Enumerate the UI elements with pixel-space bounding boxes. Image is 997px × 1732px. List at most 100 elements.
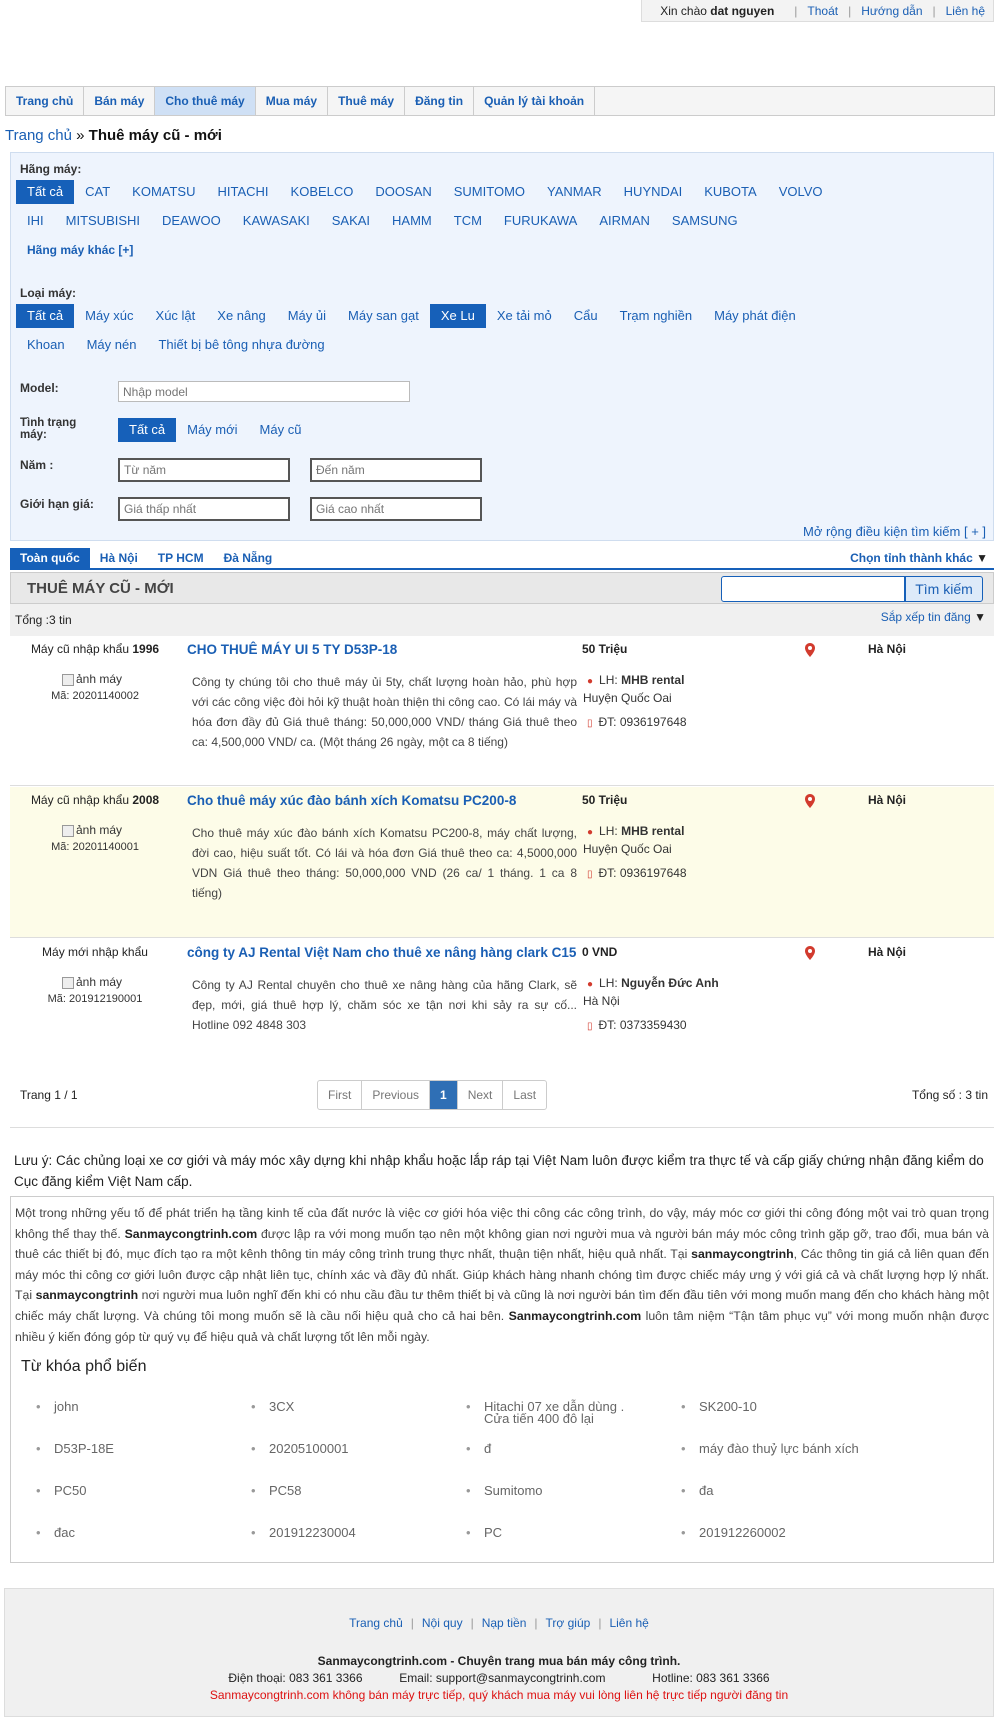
listing-image[interactable]: ảnh máy xyxy=(62,672,122,686)
keyword-link[interactable]: john xyxy=(36,1400,78,1413)
brand-chip[interactable]: KOMATSU xyxy=(121,180,206,204)
region-tab[interactable]: TP HCM xyxy=(148,548,214,568)
footer-link-help[interactable]: Trợ giúp xyxy=(546,1616,591,1630)
page-number-button[interactable]: 1 xyxy=(430,1081,458,1109)
listing-title[interactable]: công ty AJ Rental Việt Nam cho thuê xe n… xyxy=(187,945,576,960)
other-province-dropdown[interactable]: Chọn tỉnh thành khác ▼ xyxy=(850,548,994,568)
nav-buy[interactable]: Mua máy xyxy=(256,87,329,115)
keyword-link[interactable]: PC xyxy=(466,1526,502,1539)
map-pin-icon xyxy=(805,946,815,960)
expand-search-link[interactable]: Mở rộng điều kiện tìm kiếm [ + ] xyxy=(803,524,986,539)
year-to-input[interactable] xyxy=(310,458,482,482)
brand-chip[interactable]: KOBELCO xyxy=(280,180,365,204)
nav-lease[interactable]: Cho thuê máy xyxy=(155,87,256,115)
keyword-link[interactable]: PC50 xyxy=(36,1484,86,1497)
keyword-link[interactable]: đ xyxy=(465,1442,491,1455)
nav-post[interactable]: Đăng tin xyxy=(405,87,475,115)
brand-chip[interactable]: AIRMAN xyxy=(588,209,661,233)
keyword-link[interactable]: 201912260002 xyxy=(681,1526,786,1539)
type-chip[interactable]: Máy phát điện xyxy=(703,304,807,328)
brand-chip[interactable]: SAMSUNG xyxy=(661,209,749,233)
keyword-link[interactable]: 20205100001 xyxy=(251,1442,348,1455)
brand-chip[interactable]: MITSUBISHI xyxy=(55,209,151,233)
type-chip[interactable]: Xe nâng xyxy=(206,304,276,328)
search-button[interactable]: Tìm kiếm xyxy=(905,576,983,602)
price-min-input[interactable] xyxy=(118,497,290,521)
brand-chip[interactable]: TCM xyxy=(443,209,493,233)
type-chip[interactable]: Xúc lật xyxy=(145,304,207,328)
last-page-button[interactable]: Last xyxy=(503,1081,546,1109)
guide-link[interactable]: Hướng dẫn xyxy=(861,4,922,18)
brand-chip[interactable]: FURUKAWA xyxy=(493,209,588,233)
condition-chip[interactable]: Tất cả xyxy=(118,418,177,442)
brand-chip[interactable]: SUMITOMO xyxy=(443,180,536,204)
type-chip[interactable]: Khoan xyxy=(16,333,76,357)
brand-chip[interactable]: HUYNDAI xyxy=(613,180,694,204)
region-tab[interactable]: Đà Nẵng xyxy=(214,548,283,568)
footer-link-home[interactable]: Trang chủ xyxy=(349,1616,403,1630)
price-max-input[interactable] xyxy=(310,497,482,521)
footer-link-contact[interactable]: Liên hệ xyxy=(609,1616,648,1630)
brand-chip[interactable]: KUBOTA xyxy=(693,180,768,204)
nav-sell[interactable]: Bán máy xyxy=(84,87,156,115)
brand-chip[interactable]: DOOSAN xyxy=(364,180,442,204)
brand-chip[interactable]: SAKAI xyxy=(321,209,381,233)
model-input[interactable] xyxy=(118,381,410,402)
listing-image[interactable]: ảnh máy xyxy=(62,823,122,837)
brand-chip[interactable]: Tất cả xyxy=(16,180,75,204)
keyword-link[interactable]: SK200-10 xyxy=(681,1400,757,1413)
brand-chip[interactable]: YANMAR xyxy=(536,180,613,204)
keyword-link[interactable]: Sumitomo xyxy=(466,1484,542,1497)
contact-link[interactable]: Liên hệ xyxy=(946,4,985,18)
keyword-link[interactable]: Hitachi 07 xe dẫn dùng . Cửa tiến 400 đô… xyxy=(466,1400,634,1425)
keyword-link[interactable]: đac xyxy=(36,1526,75,1539)
type-chip[interactable]: Tất cả xyxy=(16,304,75,328)
type-chip[interactable]: Máy nén xyxy=(76,333,148,357)
logout-link[interactable]: Thoát xyxy=(807,4,838,18)
condition-chip[interactable]: Máy mới xyxy=(176,418,248,442)
next-page-button[interactable]: Next xyxy=(458,1081,504,1109)
brand-chip[interactable]: DEAWOO xyxy=(151,209,232,233)
type-chip[interactable]: Thiết bị bê tông nhựa đường xyxy=(147,333,335,357)
sort-dropdown[interactable]: Sắp xếp tin đăng ▼ xyxy=(881,610,986,624)
type-chip[interactable]: Cẩu xyxy=(563,304,609,328)
brand-chip[interactable]: IHI xyxy=(16,209,55,233)
first-page-button[interactable]: First xyxy=(318,1081,363,1109)
region-tab[interactable]: Hà Nội xyxy=(90,548,148,568)
nav-account[interactable]: Quản lý tài khoản xyxy=(474,87,596,115)
type-chip[interactable]: Xe tải mỏ xyxy=(486,304,563,328)
listing-code: Mã: 201912190001 xyxy=(47,993,143,1005)
listing-title[interactable]: CHO THUÊ MÁY UI 5 TY D53P-18 xyxy=(187,642,397,657)
listing-image[interactable]: ảnh máy xyxy=(62,975,122,989)
type-chip[interactable]: Máy san gạt xyxy=(337,304,430,328)
type-label: Loại máy: xyxy=(20,286,77,300)
listing-title[interactable]: Cho thuê máy xúc đào bánh xích Komatsu P… xyxy=(187,793,516,808)
nav-rent[interactable]: Thuê máy xyxy=(328,87,406,115)
brand-chip[interactable]: HITACHI xyxy=(207,180,280,204)
more-brands-link[interactable]: Hãng máy khác [+] xyxy=(16,238,144,262)
listing-location: Hà Nội xyxy=(868,945,907,959)
breadcrumb-home[interactable]: Trang chủ xyxy=(5,127,72,144)
footer-link-rules[interactable]: Nội quy xyxy=(422,1616,463,1630)
brand-chip[interactable]: CAT xyxy=(74,180,121,204)
keyword-link[interactable]: đa xyxy=(680,1484,713,1497)
previous-page-button[interactable]: Previous xyxy=(362,1081,431,1109)
brand-chip[interactable]: VOLVO xyxy=(768,180,834,204)
condition-chip[interactable]: Máy cũ xyxy=(249,418,313,442)
keyword-link[interactable]: máy đào thuỷ lực bánh xích xyxy=(681,1442,859,1455)
keyword-link[interactable]: 201912230004 xyxy=(251,1526,356,1539)
year-from-input[interactable] xyxy=(118,458,290,482)
type-chip[interactable]: Máy xúc xyxy=(74,304,144,328)
footer-link-topup[interactable]: Nạp tiền xyxy=(482,1616,527,1630)
region-tab[interactable]: Toàn quốc xyxy=(10,548,90,568)
type-chip[interactable]: Xe Lu xyxy=(429,304,486,328)
brand-chip[interactable]: KAWASAKI xyxy=(232,209,321,233)
keyword-link[interactable]: PC58 xyxy=(251,1484,301,1497)
nav-home[interactable]: Trang chủ xyxy=(6,87,85,115)
brand-chip[interactable]: HAMM xyxy=(381,209,443,233)
keyword-link[interactable]: D53P-18E xyxy=(36,1442,114,1455)
list-search-input[interactable] xyxy=(721,576,905,602)
type-chip[interactable]: Trạm nghiền xyxy=(609,304,704,328)
type-chip[interactable]: Máy ủi xyxy=(277,304,337,328)
keyword-link[interactable]: 3CX xyxy=(251,1400,295,1413)
